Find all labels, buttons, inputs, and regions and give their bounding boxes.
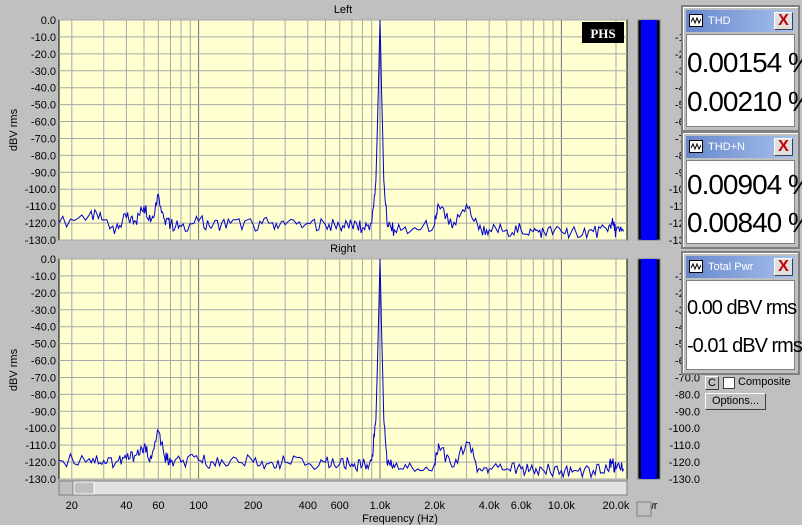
x-tick-label: 100 [189,500,207,512]
x-tick-label: 1.0k [370,500,391,512]
y-tick-label: -20.0 [31,288,56,300]
phs-badge: PHS [590,26,615,41]
thdn-values: 0.00904 % 0.00840 % [686,160,802,244]
thdn-left-value: 0.00904 % [687,169,802,200]
meter-tick-label: -120.0 [669,457,700,469]
y-tick-label: -110.0 [26,201,56,213]
x-axis-ticks: 20 40 60 100 200 400 600 1.0k 2.0k 4.0k 6.0k 10.0k 2… [66,500,630,512]
total-power-title: Total Pwr [708,261,754,273]
x-tick-label: 20 [66,500,78,512]
y-tick-label: -90.0 [31,406,56,418]
y-tick-label: -100.0 [25,184,56,196]
composite-checkbox[interactable] [723,377,735,389]
total-power-left-value: 0.00 dBV rms [687,297,797,319]
thd-right-value: 0.00210 % [687,86,802,117]
y-tick-label: -110.0 [26,440,56,452]
horizontal-scrollbar[interactable] [58,480,628,496]
y-tick-label: -80.0 [31,150,56,162]
x-tick-label: 200 [244,500,262,512]
close-icon[interactable]: X [774,258,793,276]
thdn-title: THD+N [708,141,745,153]
total-power-title-bar[interactable]: Total Pwr X [686,256,795,278]
right-plot-title: Right [330,243,356,255]
y-tick-label: -60.0 [31,117,56,129]
left-y-axis-label: dBV rms [8,108,20,151]
y-tick-label: -30.0 [31,305,56,317]
thd-title: THD [708,15,731,27]
right-y-axis-label: dBV rms [8,348,20,391]
left-plot-y-ticks: 0.0 -10.0 -20.0 -30.0 -40.0 -50.0 -60.0 -70.0 -8… [25,15,56,247]
y-tick-label: -70.0 [31,133,56,145]
c-button-label: C [708,377,716,389]
y-tick-label: -10.0 [31,32,56,44]
y-tick-label: -120.0 [25,457,56,469]
scrollbar-thumb[interactable] [73,481,95,495]
x-tick-label: 20.0k [603,500,630,512]
y-tick-label: -50.0 [31,100,56,112]
thd-panel: THD X 0.00154 % 0.00210 % [681,5,802,132]
x-tick-label: 2.0k [424,500,445,512]
total-power-values: 0.00 dBV rms -0.01 dBV rms [686,280,802,370]
y-tick-label: -130.0 [25,235,56,247]
thdn-panel: THD+N X 0.00904 % 0.00840 % [681,131,802,249]
options-button-label: Options... [711,395,760,407]
c-button[interactable]: C [705,376,719,390]
y-tick-label: -120.0 [25,218,56,230]
y-tick-label: -50.0 [31,339,56,351]
total-power-right-value: -0.01 dBV rms [687,335,802,357]
thd-values: 0.00154 % 0.00210 % [686,34,802,127]
right-power-meter-bar [641,259,657,479]
thd-left-value: 0.00154 % [687,47,802,78]
total-power-panel: Total Pwr X 0.00 dBV rms -0.01 dBV rms [681,251,802,375]
meter-tick-label: -80.0 [675,389,700,401]
y-tick-label: -40.0 [31,83,56,95]
y-tick-label: -20.0 [31,49,56,61]
thdn-right-value: 0.00840 % [687,207,802,238]
meter-window-icon [689,260,703,273]
meter-tick-label: -110.0 [670,440,700,452]
right-plot-y-ticks: 0.0 -10.0 -20.0 -30.0 -40.0 -50.0 -60.0 -70.0 -8… [25,254,56,486]
x-axis-label: Frequency (Hz) [362,513,438,525]
x-tick-label: 6.0k [511,500,532,512]
options-button[interactable]: Options... [705,393,766,410]
meter-window-icon [689,140,703,153]
y-tick-label: -100.0 [25,423,56,435]
left-plot-title: Left [334,4,352,16]
y-tick-label: -30.0 [31,66,56,78]
x-tick-label: 400 [299,500,317,512]
x-tick-label: 4.0k [479,500,500,512]
x-tick-label: 60 [152,500,164,512]
y-tick-label: -70.0 [31,372,56,384]
x-tick-label: 40 [120,500,132,512]
scrollbar-left-arrow[interactable] [58,480,74,496]
x-tick-label: 600 [331,500,349,512]
y-tick-label: -130.0 [25,474,56,486]
meter-scroll-arrow[interactable] [636,501,652,517]
thd-title-bar[interactable]: THD X [686,10,795,32]
close-icon[interactable]: X [774,12,793,30]
y-tick-label: -60.0 [31,356,56,368]
left-power-meter-bar [641,20,657,240]
y-tick-label: -80.0 [31,389,56,401]
meter-tick-label: -100.0 [669,423,700,435]
meter-window-icon [689,14,703,27]
y-tick-label: 0.0 [41,15,56,27]
x-tick-label: 10.0k [548,500,575,512]
meter-tick-label: -130.0 [669,474,700,486]
meter-tick-label: -90.0 [675,406,700,418]
y-tick-label: -10.0 [31,271,56,283]
y-tick-label: -40.0 [31,322,56,334]
close-icon[interactable]: X [774,138,793,156]
composite-label: Composite [738,376,791,388]
y-tick-label: -90.0 [31,167,56,179]
thdn-title-bar[interactable]: THD+N X [686,136,795,158]
y-tick-label: 0.0 [41,254,56,266]
